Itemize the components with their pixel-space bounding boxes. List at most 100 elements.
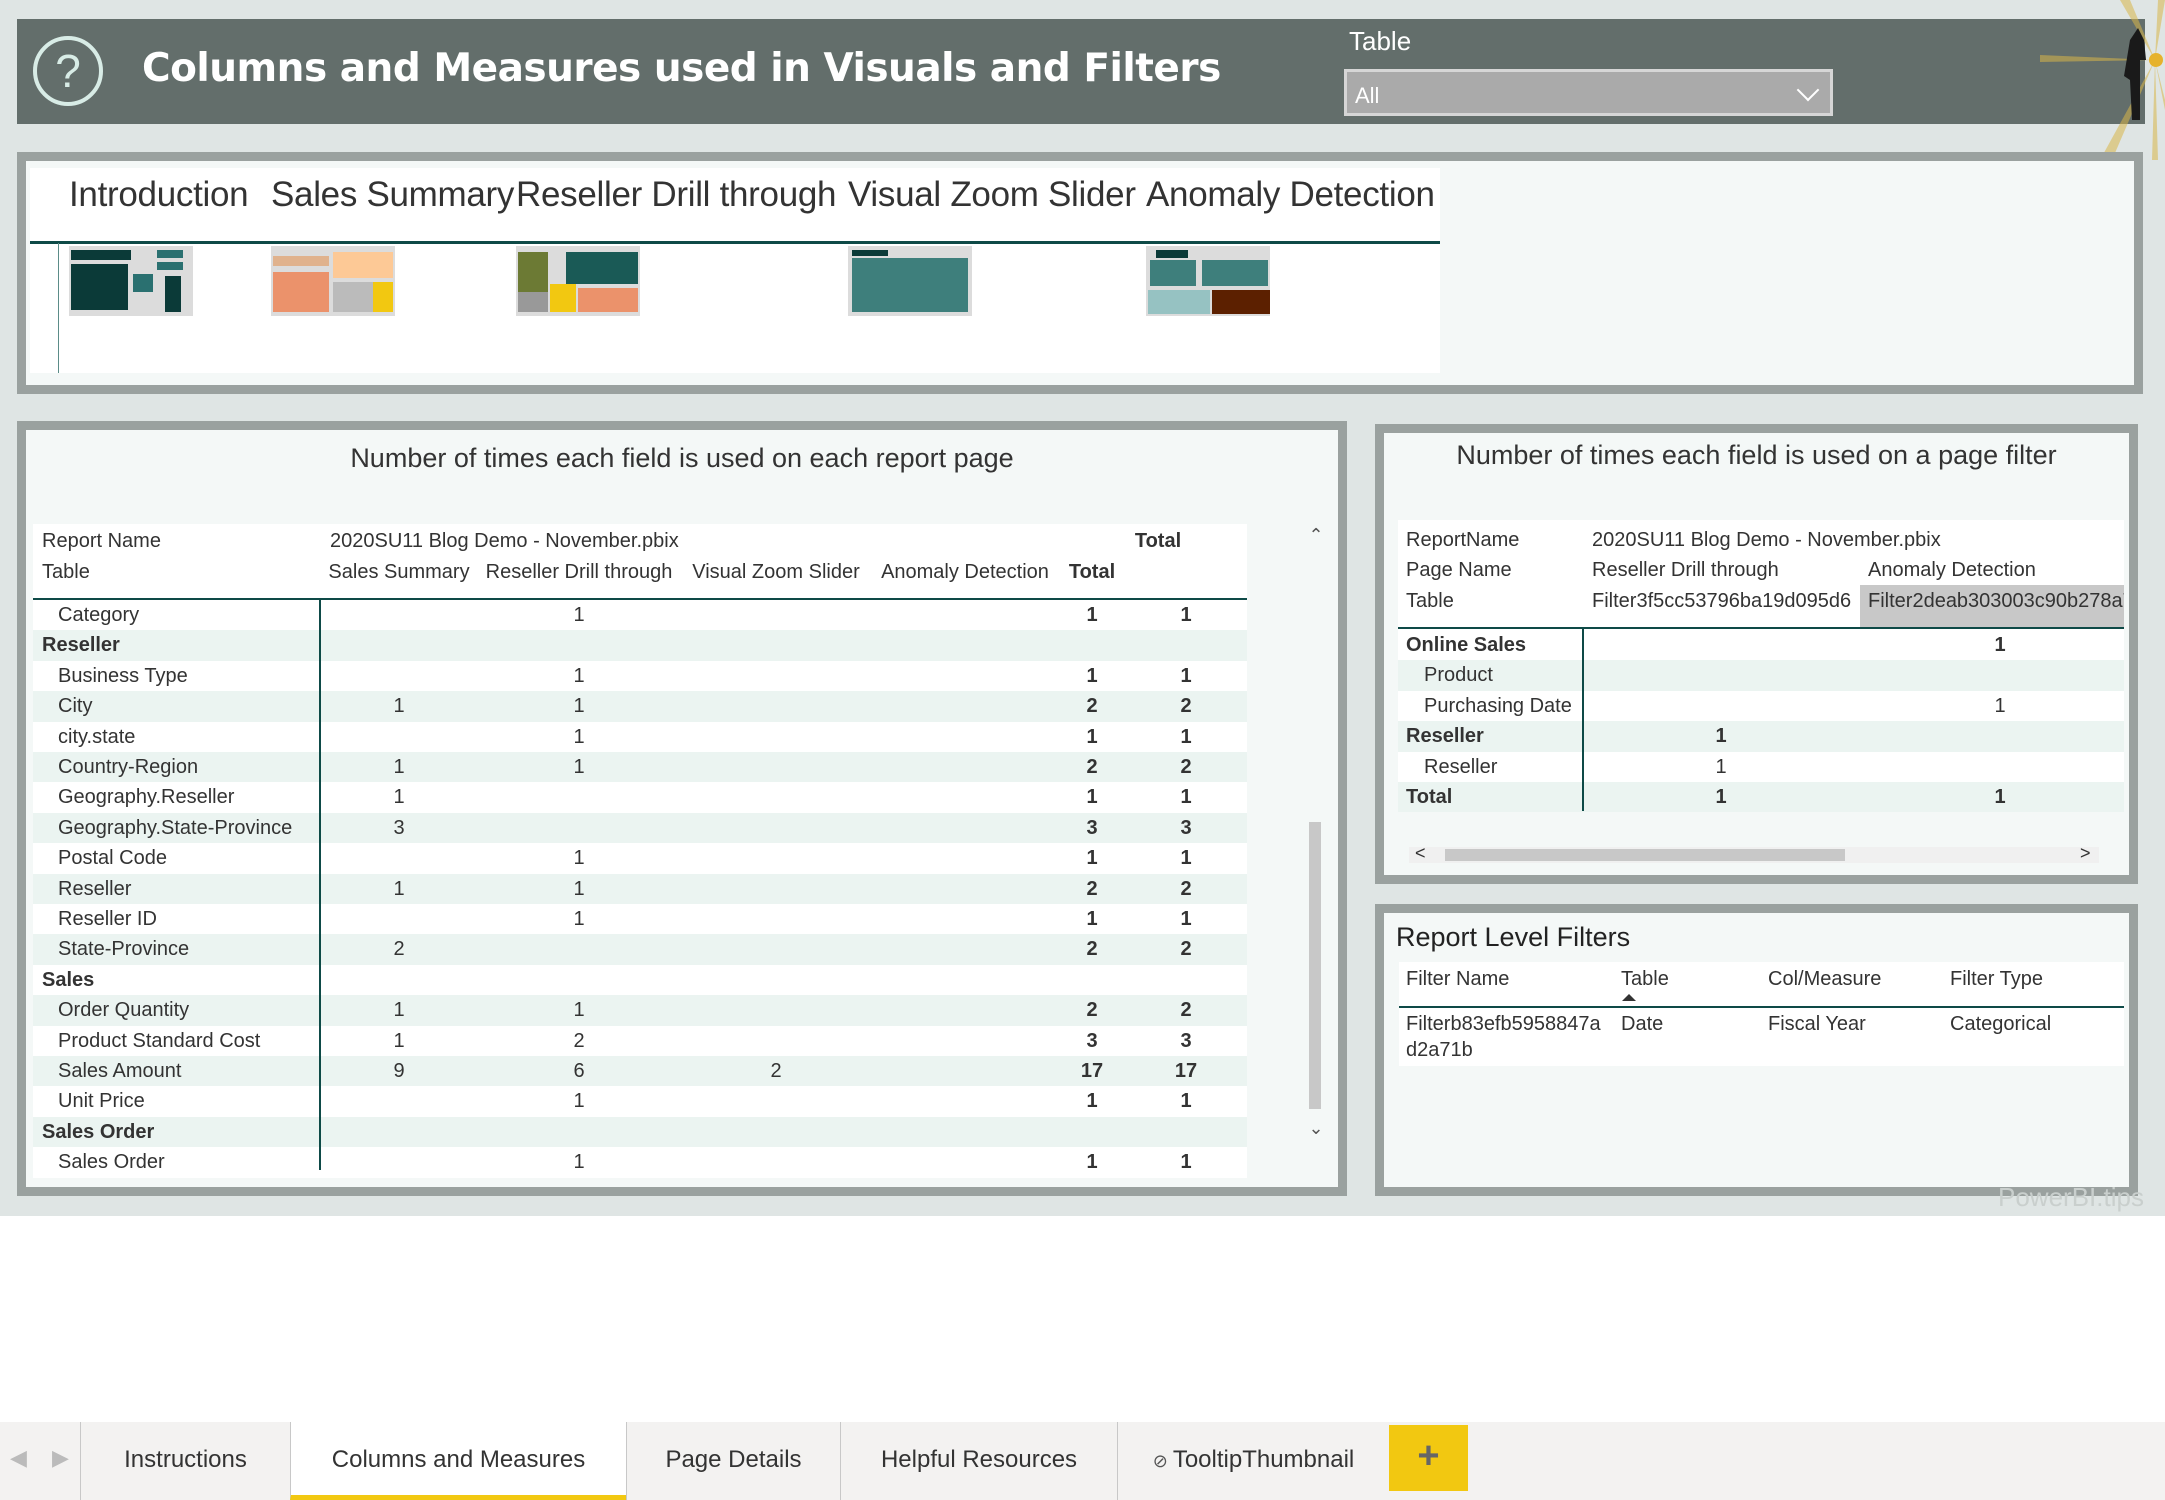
matrix-row-label: Sales Order bbox=[42, 1120, 155, 1143]
matrix-cell: 1 bbox=[393, 786, 405, 809]
matrix-row-header-table: Table bbox=[42, 561, 90, 583]
rf-col-filter-name[interactable]: Filter Name bbox=[1406, 964, 1509, 994]
matrix-cell: 1 bbox=[1086, 847, 1098, 870]
matrix-cell: 3 bbox=[393, 816, 405, 839]
question-circle-icon[interactable]: ? bbox=[33, 36, 103, 106]
fm-table-2: Filter2deab303003c90b278a7 bbox=[1868, 590, 2124, 612]
page-tab-sales-summary[interactable]: Sales Summary bbox=[271, 175, 514, 215]
matrix-cell: 1 bbox=[1180, 908, 1192, 930]
matrix-cell: 1 bbox=[393, 877, 405, 900]
matrix-row-label: Product Standard Cost bbox=[58, 1029, 261, 1052]
rf-col-filter-type[interactable]: Filter Type bbox=[1950, 964, 2043, 994]
tab-helpful-resources[interactable]: Helpful Resources bbox=[840, 1422, 1117, 1500]
matrix-cell: 1 bbox=[1086, 604, 1098, 626]
matrix-cell: 17 bbox=[1080, 1060, 1104, 1082]
filter-matrix-row-label: Purchasing Date bbox=[1424, 694, 1572, 717]
matrix-row-label: Category bbox=[58, 604, 140, 626]
filter-matrix-cell: 1 bbox=[1994, 634, 2006, 656]
matrix-cell: 1 bbox=[1180, 1090, 1192, 1113]
matrix-column-header[interactable]: Total bbox=[992, 557, 1192, 587]
filter-matrix-row bbox=[1398, 660, 2124, 691]
tab-columns-and-measures[interactable]: Columns and Measures bbox=[290, 1422, 626, 1500]
matrix-cell: 1 bbox=[1180, 847, 1192, 870]
matrix-row-label: Geography.Reseller bbox=[58, 786, 235, 809]
tab-instructions[interactable]: Instructions bbox=[80, 1422, 290, 1500]
hidden-page-icon: ⊘ bbox=[1152, 1451, 1173, 1471]
matrix-cell: 1 bbox=[1180, 664, 1192, 687]
filter-matrix-cell: 1 bbox=[1994, 786, 2006, 808]
page-tab-anomaly-detection[interactable]: Anomaly Detection bbox=[1146, 175, 1435, 215]
matrix-cell: 2 bbox=[1180, 695, 1192, 718]
matrix-row-label: Country-Region bbox=[58, 756, 199, 778]
logo-icon bbox=[2040, 0, 2165, 160]
matrix-cell: 1 bbox=[393, 756, 405, 778]
horizontal-scrollbar-thumb[interactable] bbox=[1445, 849, 1845, 861]
tab-scroll-right-icon[interactable]: ▶ bbox=[52, 1445, 69, 1471]
scroll-left-icon[interactable]: < bbox=[1415, 843, 1426, 864]
matrix-title: Number of times each field is used on ea… bbox=[350, 443, 1014, 473]
matrix-cell: 2 bbox=[1180, 877, 1192, 900]
rf-col-table[interactable]: Table bbox=[1621, 964, 1669, 994]
filter-matrix-row bbox=[1398, 751, 2124, 782]
fm-report-name: 2020SU11 Blog Demo - November.pbix bbox=[1592, 529, 1941, 551]
matrix-cell: 1 bbox=[1086, 664, 1098, 687]
matrix-cell: 3 bbox=[1086, 816, 1098, 839]
matrix-row-label: Business Type bbox=[58, 664, 188, 687]
filter-matrix-cell: 1 bbox=[1715, 755, 1727, 778]
matrix-cell: 1 bbox=[573, 1090, 585, 1113]
filter-matrix-cell: 1 bbox=[1715, 725, 1727, 748]
matrix-cell: 1 bbox=[573, 604, 585, 626]
matrix-column-header[interactable]: Reseller Drill through bbox=[479, 557, 679, 587]
page-tab-introduction[interactable]: Introduction bbox=[69, 175, 249, 215]
sort-ascending-icon bbox=[1622, 994, 1636, 1001]
matrix-row-header-report-name: Report Name bbox=[42, 530, 161, 552]
page-tab-visual-zoom-slider[interactable]: Visual Zoom Slider bbox=[848, 175, 1136, 215]
filter-matrix-row-label: Total bbox=[1406, 786, 1453, 808]
matrix-column-header[interactable]: Visual Zoom Slider bbox=[676, 557, 876, 587]
table-slicer-dropdown[interactable]: All bbox=[1344, 69, 1833, 116]
page-tab-reseller-drill-through[interactable]: Reseller Drill through bbox=[516, 175, 837, 215]
vertical-scrollbar-thumb[interactable] bbox=[1309, 822, 1321, 1109]
matrix-row-label: Reseller bbox=[58, 877, 132, 900]
filter-matrix-row-label: Reseller bbox=[1424, 755, 1498, 778]
page-thumbnail-reseller-drill-through[interactable] bbox=[516, 246, 640, 316]
matrix-cell: 2 bbox=[1086, 756, 1098, 778]
matrix-cell: 1 bbox=[573, 695, 585, 718]
page-thumbnail-sales-summary[interactable] bbox=[271, 246, 395, 316]
matrix-cell: 2 bbox=[1086, 695, 1098, 718]
matrix-cell: 1 bbox=[573, 847, 585, 870]
matrix-row-header-divider bbox=[319, 600, 321, 1170]
fm-page-anomaly-detection: Anomaly Detection bbox=[1868, 559, 2036, 581]
rf-filter-type: Categorical bbox=[1950, 1013, 2052, 1035]
tab-tooltipthumbnail[interactable]: ⊘ TooltipThumbnail bbox=[1117, 1422, 1389, 1500]
matrix-cell: 2 bbox=[1086, 877, 1098, 900]
report-filters-title: Report Level Filters bbox=[1396, 922, 1631, 952]
fm-row-header-divider bbox=[1582, 629, 1584, 811]
matrix-cell: 1 bbox=[1180, 1151, 1192, 1174]
rf-col-measure: Fiscal Year bbox=[1768, 1013, 1866, 1035]
matrix-column-header[interactable]: Sales Summary bbox=[299, 557, 499, 587]
matrix-row-label: Order Quantity bbox=[58, 999, 190, 1022]
fm-header-divider bbox=[1398, 627, 2124, 629]
page-thumbnail-introduction[interactable] bbox=[69, 246, 193, 316]
matrix-row-label: Geography.State-Province bbox=[58, 816, 293, 839]
matrix-cell: 3 bbox=[1180, 1029, 1192, 1052]
nav-selection-line bbox=[58, 243, 59, 373]
scroll-up-icon[interactable]: ⌃ bbox=[1308, 525, 1324, 555]
scroll-right-icon[interactable]: > bbox=[2080, 843, 2091, 864]
page-thumbnail-visual-zoom-slider[interactable] bbox=[848, 246, 972, 316]
tab-scroll-left-icon[interactable]: ◀ bbox=[10, 1445, 27, 1471]
matrix-cell: 1 bbox=[573, 877, 585, 900]
chevron-down-icon bbox=[1796, 78, 1820, 102]
matrix-cell: 2 bbox=[1086, 999, 1098, 1022]
rf-col-col-measure[interactable]: Col/Measure bbox=[1768, 964, 1881, 994]
tab-page-details[interactable]: Page Details bbox=[626, 1422, 840, 1500]
matrix-row-label: Sales Amount bbox=[58, 1060, 182, 1082]
tab-tooltipthumbnail-label: TooltipThumbnail bbox=[1172, 1446, 1355, 1473]
add-page-button[interactable]: + bbox=[1389, 1425, 1468, 1491]
page-thumbnail-anomaly-detection[interactable] bbox=[1146, 246, 1270, 316]
scroll-down-icon[interactable]: ⌄ bbox=[1308, 1118, 1324, 1148]
fm-header-page-name: Page Name bbox=[1406, 559, 1512, 581]
matrix-cell: 3 bbox=[1086, 1029, 1098, 1052]
matrix-cell: 1 bbox=[1180, 725, 1192, 748]
